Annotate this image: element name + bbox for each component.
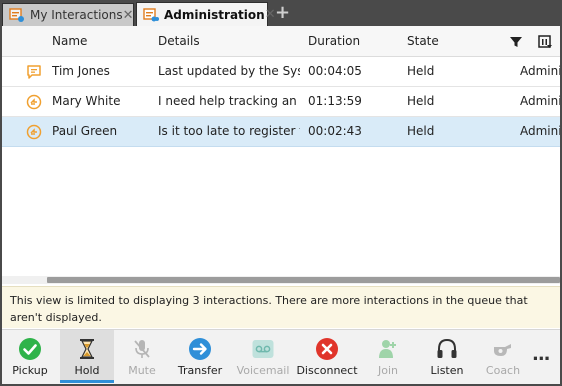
add-tab-icon[interactable]: + (275, 4, 290, 22)
cell-details: I need help tracking an … (158, 94, 300, 108)
hourglass-icon (80, 339, 94, 359)
disconnect-button[interactable]: Disconnect (296, 330, 358, 383)
scrollbar-thumb[interactable] (47, 277, 560, 283)
queue-icon (9, 8, 24, 22)
table-row[interactable]: Tim Jones Last updated by the Sys… 00:04… (2, 57, 560, 87)
tab-label: My Interactions (30, 8, 123, 22)
join-label: Join (377, 364, 398, 377)
interaction-toolbar: Pickup Hold Mute Transfer Voicemail Disc… (2, 329, 560, 384)
cell-name: Tim Jones (52, 64, 110, 78)
hold-button[interactable]: Hold (60, 330, 114, 383)
callback-icon (26, 94, 42, 110)
cell-workgroup: Adminis (520, 124, 560, 138)
column-chooser-icon[interactable] (537, 34, 553, 50)
interactions-panel: Name Details Duration State Tim Jones La… (2, 26, 560, 384)
mute-button[interactable]: Mute (116, 330, 168, 383)
tab-administration[interactable]: Administration ✕ (136, 2, 276, 26)
cell-workgroup: Adminis (520, 94, 560, 108)
hold-label: Hold (74, 364, 100, 377)
cell-details: Is it too late to register f… (158, 124, 300, 138)
pickup-label: Pickup (12, 364, 48, 377)
join-button[interactable]: Join (364, 330, 412, 383)
cell-workgroup: Adminis (520, 64, 560, 78)
cell-state: Held (407, 124, 435, 138)
whistle-icon (494, 344, 511, 356)
column-header-duration[interactable]: Duration (308, 26, 398, 56)
grid-header: Name Details Duration State (2, 26, 560, 57)
voicemail-label: Voicemail (236, 364, 290, 377)
listen-button[interactable]: Listen (420, 330, 474, 383)
tab-label: Administration (164, 7, 265, 22)
cell-name: Paul Green (52, 124, 118, 138)
chat-icon (27, 65, 41, 79)
voicemail-button[interactable]: Voicemail (232, 330, 294, 383)
disconnect-icon (316, 338, 338, 360)
close-icon[interactable]: ✕ (265, 7, 276, 22)
limit-notice: This view is limited to displaying 3 int… (2, 286, 560, 328)
tab-strip: My Interactions ✕ Administration ✕ + (0, 0, 562, 26)
callback-icon (26, 124, 42, 140)
cell-duration: 01:13:59 (308, 94, 362, 108)
table-row[interactable]: Paul Green Is it too late to register f…… (2, 117, 560, 147)
transfer-icon (189, 338, 211, 360)
cell-duration: 00:02:43 (308, 124, 362, 138)
more-options-icon[interactable]: ... (532, 344, 550, 365)
transfer-button[interactable]: Transfer (172, 330, 228, 383)
queue-icon (143, 7, 159, 21)
microphone-mute-icon (134, 340, 150, 358)
mute-label: Mute (128, 364, 156, 377)
transfer-label: Transfer (177, 364, 223, 377)
headphones-icon (437, 338, 457, 358)
coach-button[interactable]: Coach (478, 330, 528, 383)
join-icon (379, 340, 396, 358)
cell-duration: 00:04:05 (308, 64, 362, 78)
voicemail-icon (252, 340, 274, 358)
column-header-details[interactable]: Details (158, 26, 300, 56)
cell-state: Held (407, 64, 435, 78)
close-icon[interactable]: ✕ (123, 8, 134, 23)
cell-details: Last updated by the Sys… (158, 64, 300, 78)
tab-my-interactions[interactable]: My Interactions ✕ (2, 3, 134, 26)
table-row[interactable]: Mary White I need help tracking an … 01:… (2, 87, 560, 117)
pickup-icon (19, 338, 41, 360)
disconnect-label: Disconnect (296, 364, 358, 377)
column-header-state[interactable]: State (407, 26, 507, 56)
filter-icon[interactable] (508, 34, 524, 50)
coach-label: Coach (485, 364, 521, 377)
pickup-button[interactable]: Pickup (4, 330, 56, 383)
cell-name: Mary White (52, 94, 121, 108)
cell-state: Held (407, 94, 435, 108)
active-indicator (60, 380, 114, 383)
listen-label: Listen (430, 364, 464, 377)
column-header-name[interactable]: Name (52, 26, 152, 56)
